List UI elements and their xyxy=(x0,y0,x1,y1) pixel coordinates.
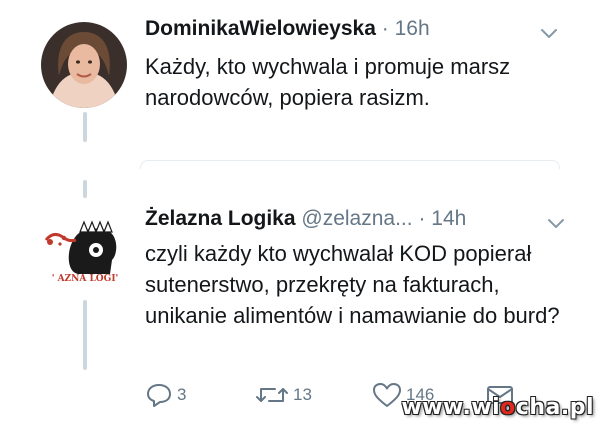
tweet-text: Każdy, kto wychwala i promuje marsz naro… xyxy=(145,54,511,110)
reply-button[interactable]: 3 xyxy=(145,381,186,409)
chevron-down-icon[interactable] xyxy=(546,217,566,231)
tweet-divider xyxy=(140,160,560,169)
display-name[interactable]: DominikaWielowieyska xyxy=(145,17,376,40)
woman-portrait-avatar-icon xyxy=(41,22,127,108)
retweet-button[interactable]: 13 xyxy=(255,381,312,409)
watermark-prefix: www.wi xyxy=(401,395,501,420)
watermark-accent: o xyxy=(500,395,516,420)
tweet-header: Żelazna Logika @zelazna... · 14h xyxy=(145,206,466,232)
logo-caption: ' AZNA LOGI' xyxy=(51,274,119,284)
separator-dot: · xyxy=(381,17,389,40)
user-handle[interactable]: @zelazna... xyxy=(301,207,412,230)
tweet-header: DominikaWielowieyska · 16h xyxy=(145,16,430,42)
timestamp[interactable]: 14h xyxy=(431,207,466,230)
timestamp[interactable]: 16h xyxy=(395,17,430,40)
reply-icon xyxy=(147,384,171,407)
tweet-text: czyli każdy kto wychwalał KOD popierał s… xyxy=(145,241,560,328)
user-avatar[interactable] xyxy=(41,22,127,108)
user-avatar[interactable]: ' AZNA LOGI' xyxy=(40,202,130,292)
reply-count: 3 xyxy=(177,385,187,404)
heart-icon xyxy=(373,383,401,407)
separator-dot: · xyxy=(418,207,426,230)
retweet-icon xyxy=(256,388,288,402)
chevron-down-icon[interactable] xyxy=(539,27,559,41)
display-name[interactable]: Żelazna Logika xyxy=(145,207,296,230)
watermark-suffix: cha.pl xyxy=(515,395,594,420)
site-watermark: www.wiocha.pl xyxy=(401,395,594,420)
retweet-count: 13 xyxy=(293,385,312,404)
tweet-original[interactable]: DominikaWielowieyska · 16h Każdy, kto wy… xyxy=(0,0,600,180)
